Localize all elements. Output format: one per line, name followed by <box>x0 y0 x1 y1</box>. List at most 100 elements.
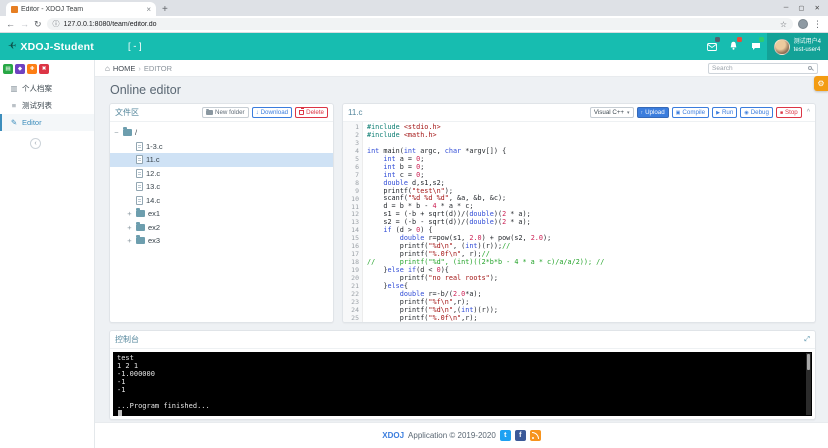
file-icon <box>136 142 143 151</box>
browser-menu-icon[interactable]: ⋮ <box>813 19 822 30</box>
rss-icon[interactable] <box>530 430 541 441</box>
search-icon[interactable] <box>808 66 812 70</box>
new-folder-button[interactable]: New folder <box>202 107 249 118</box>
chat-button[interactable] <box>745 33 767 60</box>
brand-name[interactable]: XDOJ-Student <box>20 41 94 53</box>
editor-panel: 11.c Visual C++ ▾ ↑Upload ▣Compile ▶Run … <box>342 103 816 323</box>
search-box <box>708 63 818 74</box>
tree-item-folder[interactable]: + ex2 <box>110 221 333 235</box>
code-line[interactable]: printf("%.0f\n",r); <box>367 315 815 323</box>
debug-button[interactable]: ◉Debug <box>740 107 773 118</box>
download-button[interactable]: ↓Download <box>252 107 293 118</box>
quick-chart-button[interactable]: ▤ <box>3 64 13 74</box>
terminal-scrollbar[interactable] <box>806 353 811 415</box>
compile-label: Compile <box>682 109 705 116</box>
tree-item-file[interactable]: 11.c <box>110 153 333 167</box>
terminal-scrollbar-thumb[interactable] <box>807 354 810 370</box>
code-editor[interactable]: 1234567891011121314151617181920212223242… <box>343 122 815 322</box>
delete-button[interactable]: Delete <box>295 107 328 118</box>
debug-icon: ◉ <box>744 110 748 116</box>
quick-power-button[interactable]: ✖ <box>39 64 49 74</box>
tab-close-icon[interactable]: × <box>146 5 151 14</box>
new-folder-label: New folder <box>215 109 245 116</box>
console-panel-header: 控制台 ⤢ <box>110 331 815 349</box>
upload-label: Upload <box>645 109 665 116</box>
code-line[interactable]: s2 = (-b - sqrt(d))/(double)(2 * a); <box>367 219 815 227</box>
site-info-icon[interactable]: ⓘ <box>53 19 60 29</box>
tree-root-folder[interactable]: −/ <box>110 126 333 140</box>
new-tab-button[interactable]: + <box>162 4 168 15</box>
expand-toggle-icon[interactable]: + <box>126 209 133 218</box>
code-line[interactable]: int b = 0; <box>367 164 815 172</box>
terminal-output[interactable]: test1 2 1-1.000000-1-1 ...Program finish… <box>113 352 812 416</box>
app-body: ▤◆✚✖ ▥个人档案≡测试列表✎Editor ‹ ⌂ HOME › EDITOR… <box>0 60 828 448</box>
back-button[interactable]: ← <box>6 19 15 29</box>
run-label: Run <box>722 109 733 116</box>
quick-tools-button[interactable]: ✚ <box>27 64 37 74</box>
line-numbers: 1234567891011121314151617181920212223242… <box>343 122 363 322</box>
sidebar-quick-buttons: ▤◆✚✖ <box>0 60 94 77</box>
refresh-button[interactable]: ↻ <box>34 19 42 30</box>
tree-item-file[interactable]: 1-3.c <box>110 140 333 154</box>
tree-item-file[interactable]: 13.c <box>110 180 333 194</box>
folder-icon <box>136 210 145 217</box>
code-line[interactable]: int main(int argc, char *argv[]) { <box>367 148 815 156</box>
tree-item-folder[interactable]: +ex1 <box>110 207 333 221</box>
terminal-line: -1.000000 <box>117 370 802 378</box>
twitter-icon[interactable]: t <box>500 430 511 441</box>
tree-item-file[interactable]: 14.c <box>110 194 333 208</box>
terminal-line <box>117 394 802 402</box>
address-bar[interactable]: ⓘ 127.0.0.1:8080/team/editor.do ☆ <box>47 18 793 30</box>
tree-item-folder[interactable]: +ex3 <box>110 234 333 248</box>
browser-tab[interactable]: Editor - XDOJ Team × <box>6 2 156 16</box>
forward-button[interactable]: → <box>20 19 29 29</box>
file-panel-header: 文件区 New folder ↓Download Delete <box>110 104 333 122</box>
terminal-line: ...Program finished... <box>117 402 802 410</box>
stop-button[interactable]: ■Stop <box>776 107 802 118</box>
window-close-button[interactable]: ✕ <box>815 4 820 12</box>
collapse-toggle-icon[interactable]: − <box>113 128 120 137</box>
expand-toggle-icon[interactable]: + <box>126 236 133 245</box>
header-right-group: 测试用户4 test-user4 <box>701 33 828 60</box>
sidebar-item-editor[interactable]: ✎Editor <box>0 114 94 131</box>
file-icon <box>136 182 143 191</box>
window-maximize-button[interactable]: ▢ <box>798 4 804 12</box>
tree-item-label: ex2 <box>148 223 160 232</box>
notifications-button[interactable] <box>723 33 745 60</box>
language-select[interactable]: Visual C++ ▾ <box>590 107 634 118</box>
compile-button[interactable]: ▣Compile <box>672 107 709 118</box>
sidebar-item-profile[interactable]: ▥个人档案 <box>0 80 94 97</box>
language-selected-value: Visual C++ <box>594 109 624 116</box>
sidebar: ▤◆✚✖ ▥个人档案≡测试列表✎Editor ‹ <box>0 60 95 448</box>
search-input[interactable] <box>712 65 806 72</box>
collapse-panel-icon[interactable]: ^ <box>807 109 810 116</box>
sidebar-toggle-button[interactable]: ‹ <box>30 138 41 149</box>
run-icon: ▶ <box>716 110 720 116</box>
browser-profile-icon[interactable] <box>798 19 808 29</box>
tree-item-file[interactable]: 12.c <box>110 167 333 181</box>
sidebar-item-testlist[interactable]: ≡测试列表 <box>0 97 94 114</box>
code-line[interactable]: #include <math.h> <box>367 132 815 140</box>
mail-button[interactable] <box>701 33 723 60</box>
window-minimize-button[interactable]: ─ <box>784 4 789 12</box>
run-button[interactable]: ▶Run <box>712 107 737 118</box>
terminal-line: -1 <box>117 378 802 386</box>
user-menu[interactable]: 测试用户4 test-user4 <box>767 33 828 60</box>
code-line[interactable]: int a = 0; <box>367 156 815 164</box>
upload-button[interactable]: ↑Upload <box>637 107 669 118</box>
app-header: ✈ XDOJ-Student [ - ] 测试用户4 test-user4 <box>0 33 828 60</box>
notification-badge <box>737 37 742 42</box>
expand-console-icon[interactable]: ⤢ <box>804 336 810 344</box>
breadcrumb-home-link[interactable]: HOME <box>113 64 136 73</box>
expand-toggle-icon[interactable]: + <box>126 223 133 232</box>
line-number: 25 <box>343 315 359 323</box>
bookmark-star-icon[interactable]: ☆ <box>780 20 787 29</box>
user-avatar <box>774 39 790 55</box>
terminal-line: test <box>117 354 802 362</box>
compile-icon: ▣ <box>676 110 681 116</box>
code-line[interactable]: printf("no real roots"); <box>367 275 815 283</box>
code-lines: #include <stdio.h>#include <math.h> int … <box>363 122 815 322</box>
quick-apps-button[interactable]: ◆ <box>15 64 25 74</box>
facebook-icon[interactable]: f <box>515 430 526 441</box>
settings-toggle-button[interactable]: ⚙ <box>814 76 828 91</box>
